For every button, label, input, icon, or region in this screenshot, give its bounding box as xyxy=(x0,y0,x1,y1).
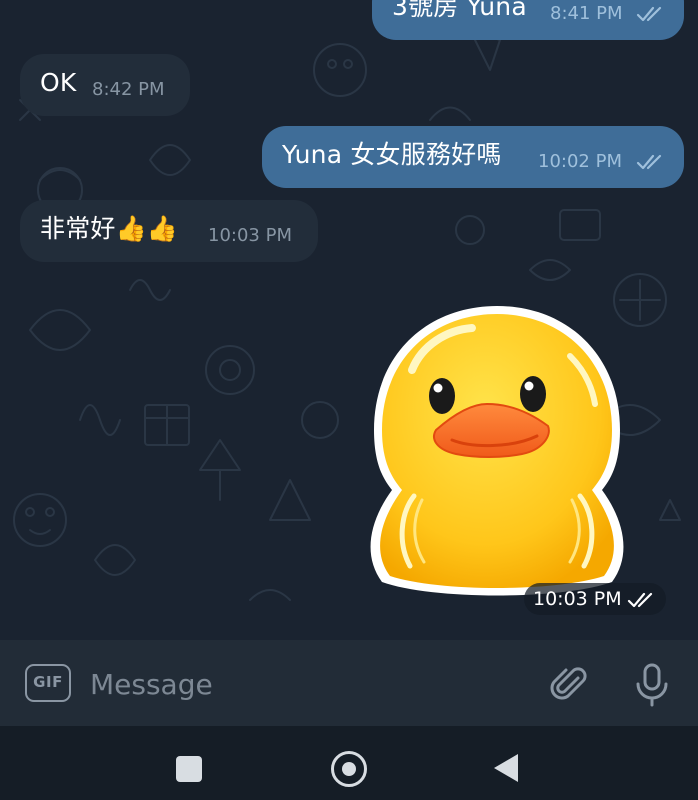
chat-history[interactable]: 3號房 Yuna 8:41 PM OK 8:42 PM Yuna 女女服務好嗎 … xyxy=(0,0,698,640)
sticker-time-badge: 10:03 PM xyxy=(524,583,666,615)
message-input[interactable] xyxy=(90,662,510,706)
paperclip-icon[interactable] xyxy=(548,664,590,706)
message-time: 10:02 PM xyxy=(538,151,622,172)
message-time: 8:42 PM xyxy=(92,79,165,100)
triangle-back-icon[interactable] xyxy=(494,754,518,782)
gif-icon: GIF xyxy=(33,673,63,691)
message-composer: GIF xyxy=(0,640,698,726)
telegram-chat-screen: 3號房 Yuna 8:41 PM OK 8:42 PM Yuna 女女服務好嗎 … xyxy=(0,0,698,800)
message-bubble-outgoing[interactable]: Yuna 女女服務好嗎 10:02 PM xyxy=(262,126,684,188)
message-bubble-incoming[interactable]: OK 8:42 PM xyxy=(20,54,190,116)
message-time: 10:03 PM xyxy=(208,225,292,246)
message-text: 非常好👍👍 xyxy=(40,214,179,243)
microphone-icon[interactable] xyxy=(632,662,672,708)
double-check-icon xyxy=(627,592,653,608)
circle-icon[interactable] xyxy=(331,751,367,787)
message-text: 3號房 Yuna xyxy=(392,0,527,21)
double-check-icon xyxy=(636,154,662,170)
gif-button[interactable]: GIF xyxy=(25,664,71,702)
message-bubble-incoming[interactable]: 非常好👍👍 10:03 PM xyxy=(20,200,318,262)
duck-sticker[interactable] xyxy=(352,300,642,600)
home-dot xyxy=(342,762,356,776)
message-time: 10:03 PM xyxy=(533,588,622,610)
message-text: OK xyxy=(40,68,77,97)
double-check-icon xyxy=(636,6,662,22)
system-navigation-bar xyxy=(0,726,698,800)
square-icon[interactable] xyxy=(176,756,202,782)
message-time: 8:41 PM xyxy=(550,3,623,24)
message-bubble-outgoing[interactable]: 3號房 Yuna 8:41 PM xyxy=(372,0,684,40)
message-text: Yuna 女女服務好嗎 xyxy=(282,140,502,169)
